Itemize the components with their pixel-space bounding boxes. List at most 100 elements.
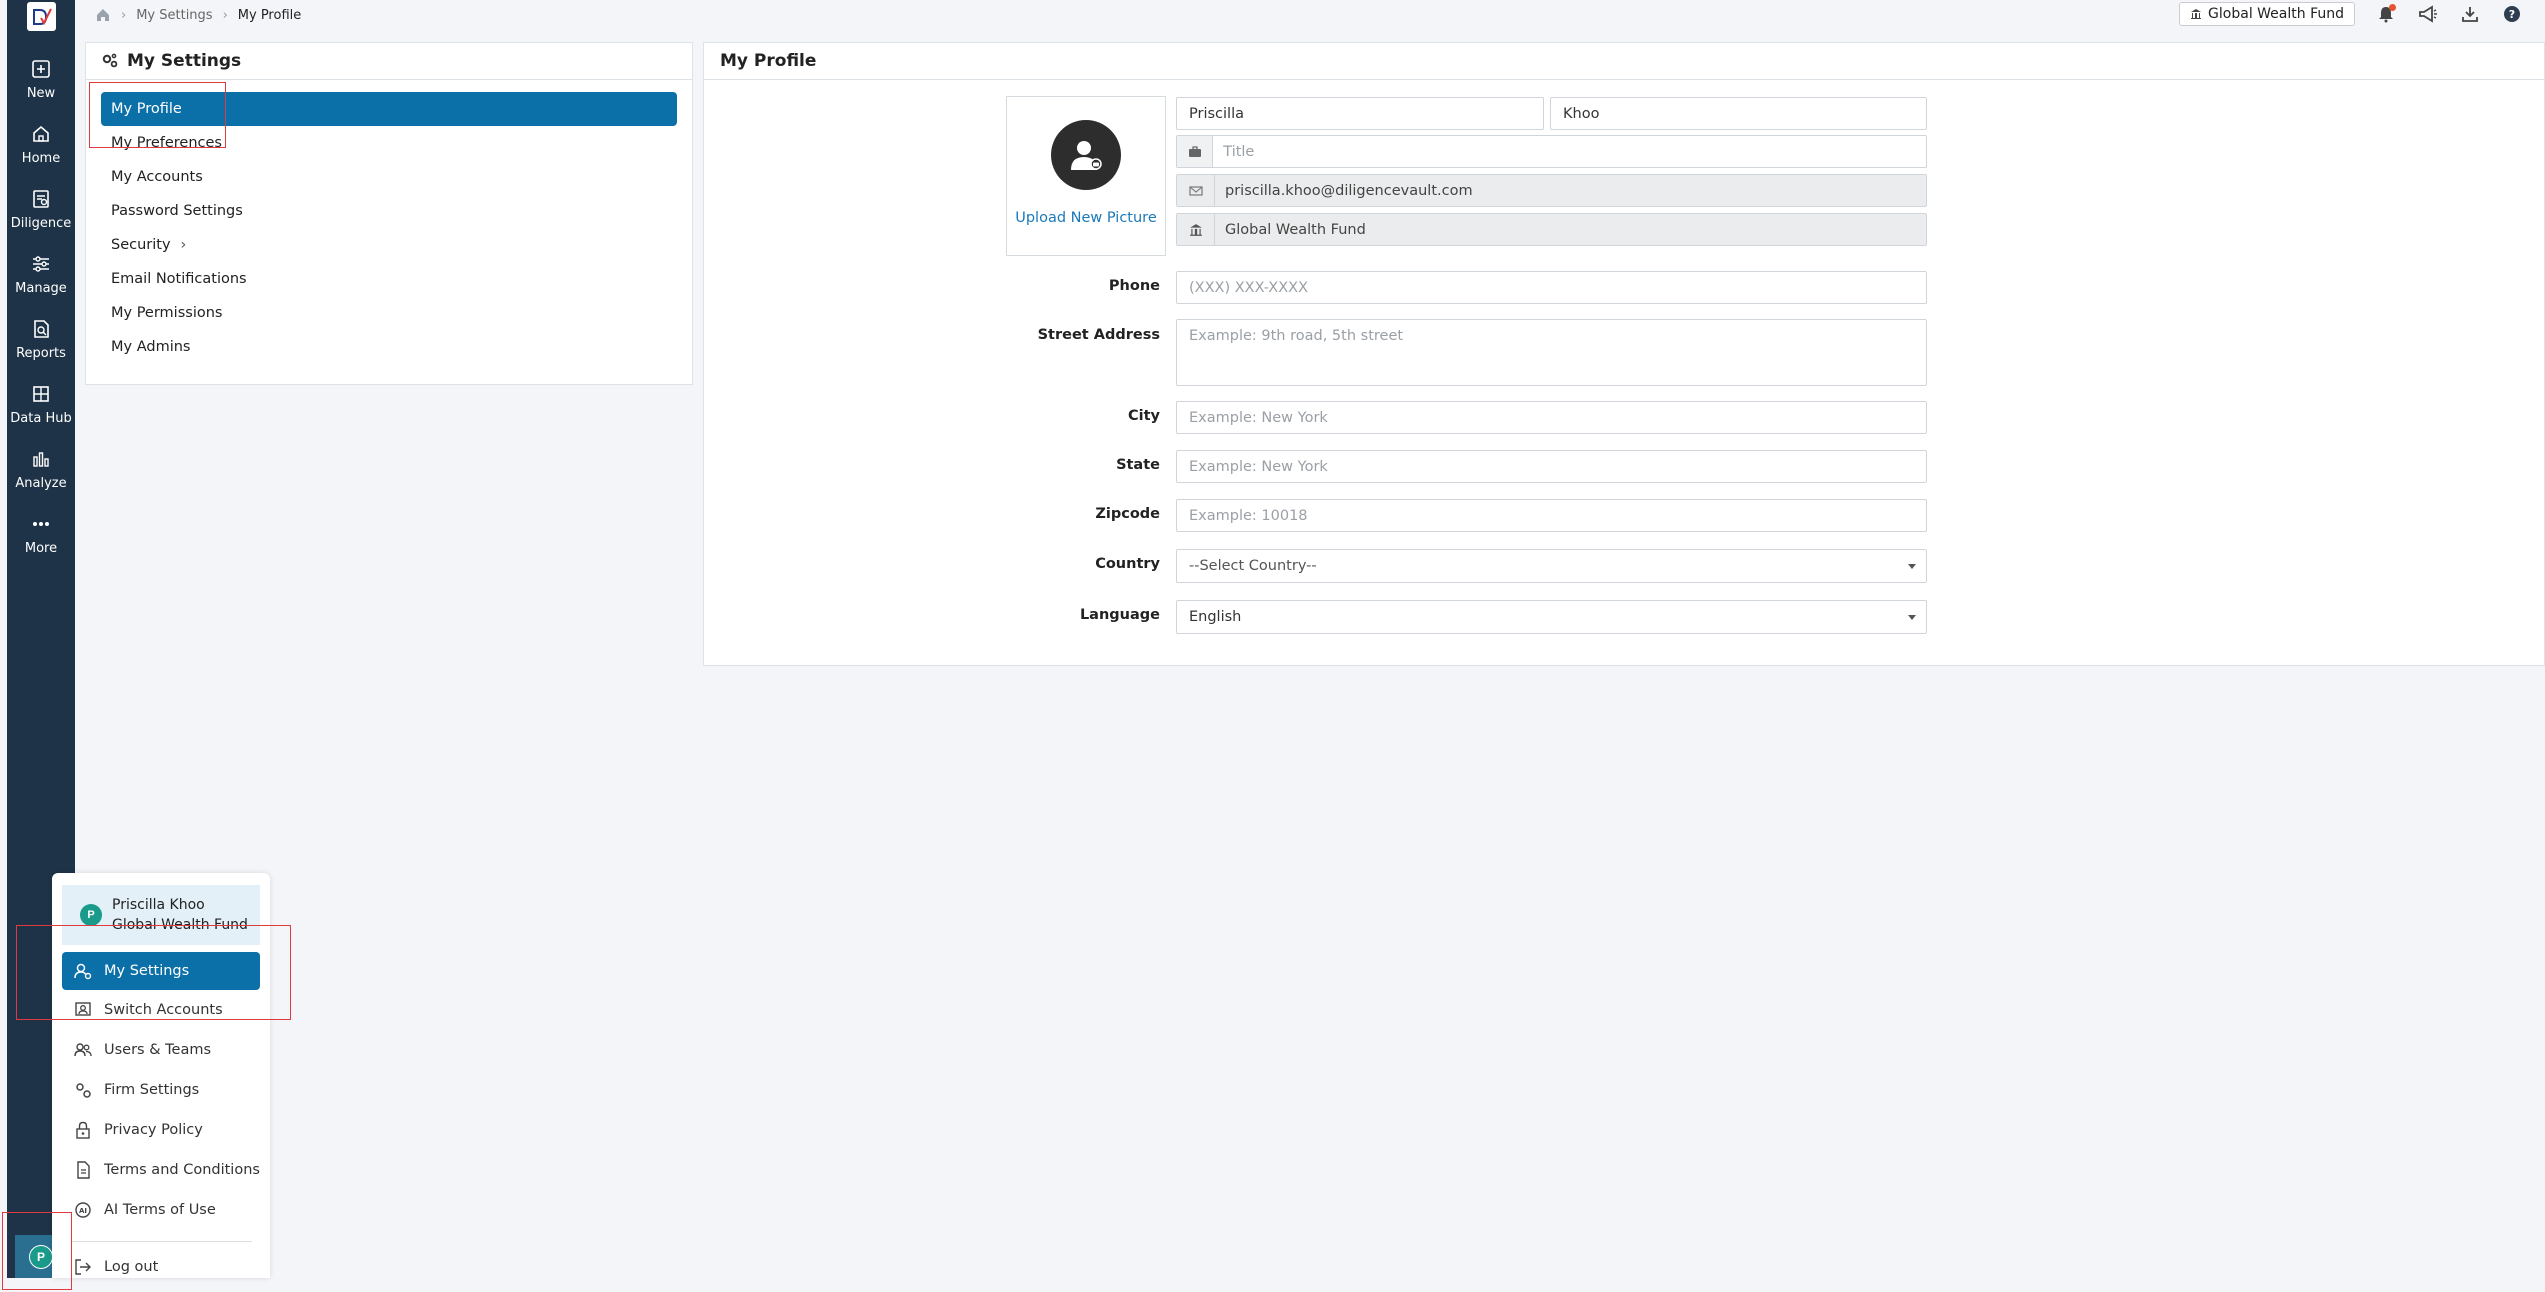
zipcode-field[interactable] — [1176, 499, 1927, 532]
state-input[interactable] — [1189, 451, 1926, 482]
settings-item-security[interactable]: Security › — [101, 228, 677, 262]
breadcrumb-current: My Profile — [237, 7, 302, 23]
menu-item-label: Log out — [104, 1259, 159, 1275]
grid-icon — [33, 386, 49, 402]
last-name-input[interactable] — [1563, 98, 1926, 129]
plus-square-icon — [32, 60, 50, 78]
fund-selector[interactable]: Global Wealth Fund — [2179, 2, 2355, 26]
language-value: English — [1189, 609, 1242, 625]
settings-item-my-profile[interactable]: My Profile — [101, 92, 677, 126]
email-value: priscilla.khoo@diligencevault.com — [1225, 182, 1473, 199]
phone-field[interactable] — [1176, 271, 1927, 304]
title-field[interactable] — [1176, 135, 1927, 168]
city-label: City — [1128, 408, 1160, 424]
user-firm: Global Wealth Fund — [112, 917, 248, 933]
menu-item-my-settings[interactable]: My Settings — [62, 952, 260, 990]
nav-new[interactable]: New — [7, 58, 75, 118]
switch-accounts-icon — [75, 1002, 91, 1016]
settings-item-my-admins[interactable]: My Admins — [101, 330, 677, 364]
nav-manage[interactable]: Manage — [7, 253, 75, 313]
menu-item-firm-settings[interactable]: Firm Settings — [62, 1071, 260, 1109]
logo-icon — [32, 8, 52, 25]
megaphone-icon — [2419, 5, 2437, 23]
account-menu-header: P Priscilla Khoo Global Wealth Fund — [62, 885, 260, 945]
nav-label: More — [24, 541, 58, 556]
state-field[interactable] — [1176, 450, 1927, 483]
upload-picture-link[interactable]: Upload New Picture — [1015, 210, 1157, 226]
settings-item-password-settings[interactable]: Password Settings — [101, 194, 677, 228]
menu-item-label: Privacy Policy — [104, 1122, 203, 1138]
announcements-button[interactable] — [2417, 3, 2439, 25]
phone-label: Phone — [1108, 278, 1160, 294]
notification-badge — [2389, 4, 2396, 11]
first-name-input[interactable] — [1189, 98, 1543, 129]
city-field[interactable] — [1176, 401, 1927, 434]
chevron-right-icon: › — [222, 7, 228, 23]
settings-item-my-permissions[interactable]: My Permissions — [101, 296, 677, 330]
nav-label: Diligence — [10, 216, 72, 231]
nav-reports[interactable]: Reports — [7, 318, 75, 378]
nav-analyze[interactable]: Analyze — [7, 448, 75, 508]
settings-item-my-accounts[interactable]: My Accounts — [101, 160, 677, 194]
chevron-right-icon: › — [121, 7, 127, 23]
user-settings-icon — [74, 963, 92, 980]
home-icon[interactable] — [95, 7, 111, 23]
settings-item-my-preferences[interactable]: My Preferences — [101, 126, 677, 160]
city-input[interactable] — [1189, 402, 1926, 433]
menu-item-logout[interactable]: Log out — [62, 1248, 260, 1286]
nav-diligence[interactable]: Diligence — [7, 188, 75, 248]
manage-icon — [33, 256, 49, 272]
menu-item-label: My Settings — [104, 963, 190, 979]
street-address-label: Street Address — [1037, 327, 1160, 343]
logout-icon — [75, 1259, 91, 1275]
account-menu: P Priscilla Khoo Global Wealth Fund My S… — [52, 873, 270, 1278]
home-icon — [33, 125, 49, 142]
menu-item-terms[interactable]: Terms and Conditions — [62, 1151, 260, 1189]
phone-input[interactable] — [1189, 272, 1926, 303]
settings-item-label: Security — [111, 237, 171, 253]
menu-item-label: Terms and Conditions — [104, 1162, 260, 1178]
user-placeholder-icon — [1071, 141, 1102, 170]
app-logo[interactable] — [27, 2, 56, 31]
nav-label: New — [26, 86, 56, 101]
profile-panel: My Profile Upload New Picture priscilla.… — [703, 42, 2545, 666]
settings-list: My Profile My Preferences My Accounts Pa… — [86, 80, 692, 364]
nav-home[interactable]: Home — [7, 123, 75, 183]
menu-item-switch-accounts[interactable]: Switch Accounts — [62, 991, 260, 1029]
firm-value: Global Wealth Fund — [1225, 221, 1366, 238]
last-name-field[interactable] — [1550, 97, 1927, 130]
country-select[interactable]: --Select Country-- — [1176, 549, 1927, 583]
language-label: Language — [1079, 607, 1160, 623]
settings-item-email-notifications[interactable]: Email Notifications — [101, 262, 677, 296]
downloads-button[interactable] — [2459, 3, 2481, 25]
more-dots-icon — [33, 522, 49, 526]
bank-icon — [2191, 9, 2202, 19]
nav-more[interactable]: More — [7, 513, 75, 573]
first-name-field[interactable] — [1176, 97, 1544, 130]
zipcode-input[interactable] — [1189, 500, 1926, 531]
menu-item-ai-terms[interactable]: AI AI Terms of Use — [62, 1191, 260, 1229]
menu-item-privacy-policy[interactable]: Privacy Policy — [62, 1111, 260, 1149]
breadcrumb-my-settings[interactable]: My Settings — [136, 8, 212, 23]
street-address-field[interactable] — [1176, 319, 1927, 386]
envelope-icon — [1177, 175, 1215, 206]
menu-item-users-teams[interactable]: Users & Teams — [62, 1031, 260, 1069]
help-button[interactable]: ? — [2501, 3, 2523, 25]
zipcode-label: Zipcode — [1095, 506, 1160, 522]
download-icon — [2462, 7, 2478, 22]
settings-header: My Settings — [86, 43, 692, 80]
notifications-button[interactable] — [2375, 3, 2397, 25]
title-input[interactable] — [1223, 136, 1926, 167]
country-value: --Select Country-- — [1189, 558, 1317, 574]
firm-field: Global Wealth Fund — [1176, 213, 1927, 246]
ai-icon: AI — [75, 1202, 91, 1218]
profile-title: My Profile — [720, 51, 817, 71]
nav-data-hub[interactable]: Data Hub — [7, 383, 75, 443]
breadcrumb: › My Settings › My Profile — [95, 7, 301, 23]
language-select[interactable]: English — [1176, 600, 1927, 634]
settings-panel: My Settings My Profile My Preferences My… — [85, 42, 693, 385]
document-icon — [77, 1161, 90, 1179]
lock-icon — [76, 1121, 90, 1139]
street-address-input[interactable] — [1189, 328, 1926, 385]
user-name: Priscilla Khoo — [112, 897, 205, 913]
